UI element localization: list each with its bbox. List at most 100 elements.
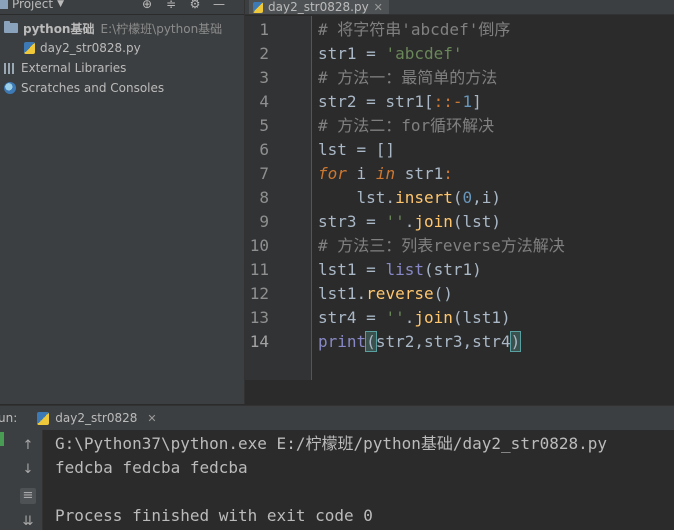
chevron-down-icon: ▼ — [57, 0, 64, 9]
console-line: G:\Python37\python.exe E:/柠檬班/python基础/d… — [55, 434, 608, 453]
code-text: ( — [452, 188, 463, 207]
comment: # 方法三：列表reverse方法解决 — [318, 236, 565, 255]
code-text: () — [433, 284, 453, 303]
tree-item-project-root[interactable]: python基础 E:\柠檬班\python基础 — [4, 18, 222, 38]
code-line-11: lst1 = list(str1) — [318, 258, 482, 282]
comment: # 将字符串'abcdef'倒序 — [318, 20, 511, 39]
code-text: . — [404, 308, 415, 327]
builtin-name: print — [318, 332, 367, 351]
tree-item-label: Scratches and Consoles — [21, 81, 165, 95]
code-line-14: print(str2,str3,str4) — [318, 330, 522, 354]
code-line-8: lst.insert(0,i) — [318, 186, 502, 210]
tree-item-label: External Libraries — [21, 61, 127, 75]
tree-item-path: E:\柠檬班\python基础 — [100, 21, 223, 36]
project-panel-header: Project ▼ ⊕ ≑ ⚙ — — [0, 0, 244, 15]
string-literal: '' — [385, 308, 405, 327]
folder-icon — [4, 21, 18, 33]
code-text: lst1 = — [318, 260, 386, 279]
gear-icon[interactable]: ⚙ — [188, 0, 202, 11]
collapse-icon[interactable]: ≑ — [164, 0, 178, 11]
tree-item-external-libraries[interactable]: External Libraries — [4, 58, 126, 78]
number-literal: 1 — [462, 92, 473, 111]
code-text: lst = [] — [318, 140, 396, 159]
run-toolbar: ↑ ↓ ≡ ⇊ — [0, 430, 43, 530]
line-number: 5 — [259, 116, 269, 135]
tree-item-file[interactable]: day2_str0828.py — [24, 38, 141, 58]
matching-paren: ( — [365, 331, 377, 352]
run-console[interactable]: G:\Python37\python.exe E:/柠檬班/python基础/d… — [43, 430, 674, 530]
string-literal: 'abcdef' — [385, 44, 463, 63]
console-line: Process finished with exit code 0 — [55, 506, 373, 525]
code-text: lst. — [318, 188, 396, 207]
hide-icon[interactable]: — — [212, 0, 226, 11]
tree-item-label: python基础 — [23, 21, 95, 36]
code-text: ,i) — [472, 188, 502, 207]
code-line-4: str2 = str1[::-1] — [318, 90, 482, 114]
method-name: join — [414, 308, 453, 327]
project-view-selector[interactable]: Project ▼ — [0, 0, 64, 11]
line-number: 1 — [259, 20, 269, 39]
close-icon[interactable]: ✕ — [147, 412, 156, 425]
up-arrow-icon[interactable]: ↑ — [20, 438, 36, 454]
comment: # 方法二：for循环解决 — [318, 116, 495, 135]
keyword: for — [318, 164, 347, 183]
keyword: in — [375, 164, 396, 183]
code-text: (lst1) — [452, 308, 511, 327]
line-number: 9 — [259, 212, 269, 231]
code-text: str4 = — [318, 308, 386, 327]
code-line-9: str3 = ''.join(lst) — [318, 210, 501, 234]
code-line-3: # 方法一：最简单的方法 — [318, 66, 497, 90]
code-text: lst1. — [318, 284, 367, 303]
string-literal: '' — [385, 212, 405, 231]
line-number: 12 — [249, 284, 269, 303]
method-name: join — [414, 212, 453, 231]
editor-tab-label: day2_str0828.py — [268, 0, 369, 14]
line-number: 3 — [259, 68, 269, 87]
down-arrow-icon[interactable]: ↓ — [20, 462, 36, 478]
line-number-gutter[interactable]: 1 2 3 4 5 6 7 8 9 10 11 12 13 14 — [245, 16, 312, 380]
libraries-icon — [4, 62, 16, 74]
scratches-icon — [4, 82, 16, 94]
operator: = — [356, 44, 386, 63]
code-text: (lst) — [452, 212, 502, 231]
run-tab-label: day2_str0828 — [55, 411, 138, 425]
run-panel-header: un: day2_str0828 ✕ — [0, 405, 674, 430]
code-line-1: # 将字符串'abcdef'倒序 — [318, 18, 510, 42]
comment: # 方法一：最简单的方法 — [318, 68, 498, 87]
line-number: 7 — [259, 164, 269, 183]
code-line-5: # 方法二：for循环解决 — [318, 114, 494, 138]
python-file-icon — [37, 411, 50, 425]
line-number: 4 — [259, 92, 269, 111]
console-line: fedcba fedcba fedcba — [55, 458, 248, 477]
identifier: str1 — [318, 44, 357, 63]
soft-wrap-icon[interactable]: ≡ — [20, 488, 36, 504]
project-icon — [0, 0, 8, 9]
code-editor[interactable]: # 将字符串'abcdef'倒序 str1 = 'abcdef' # 方法一：最… — [312, 16, 674, 380]
code-line-7: for i in str1: — [318, 162, 453, 186]
python-file-icon — [253, 1, 263, 13]
editor-empty-area[interactable] — [245, 380, 674, 404]
scroll-to-end-icon[interactable]: ⇊ — [20, 514, 36, 530]
close-icon[interactable]: ✕ — [374, 1, 383, 14]
line-number-current: 14 — [249, 332, 269, 351]
editor-tab-bar: day2_str0828.py ✕ — [245, 0, 674, 15]
code-text: ] — [472, 92, 482, 111]
code-text: . — [404, 212, 415, 231]
matching-paren: ) — [509, 331, 522, 352]
colon: : — [443, 164, 453, 183]
code-text: str3 = — [318, 212, 386, 231]
number-literal: 0 — [462, 188, 473, 207]
line-number: 10 — [249, 236, 269, 255]
line-number: 8 — [259, 188, 269, 207]
tree-item-scratches[interactable]: Scratches and Consoles — [4, 78, 164, 98]
method-name: insert — [395, 188, 453, 207]
method-name: reverse — [366, 284, 434, 303]
run-tab[interactable]: day2_str0828 ✕ — [31, 406, 162, 430]
project-panel: Project ▼ ⊕ ≑ ⚙ — python基础 E:\柠檬班\python… — [0, 0, 245, 404]
code-text: (str1) — [423, 260, 482, 279]
code-text: str2,str3,str4 — [375, 332, 511, 351]
editor-tab[interactable]: day2_str0828.py ✕ — [249, 0, 389, 14]
target-icon[interactable]: ⊕ — [140, 0, 154, 11]
code-line-10: # 方法三：列表reverse方法解决 — [318, 234, 565, 258]
builtin-name: list — [385, 260, 424, 279]
